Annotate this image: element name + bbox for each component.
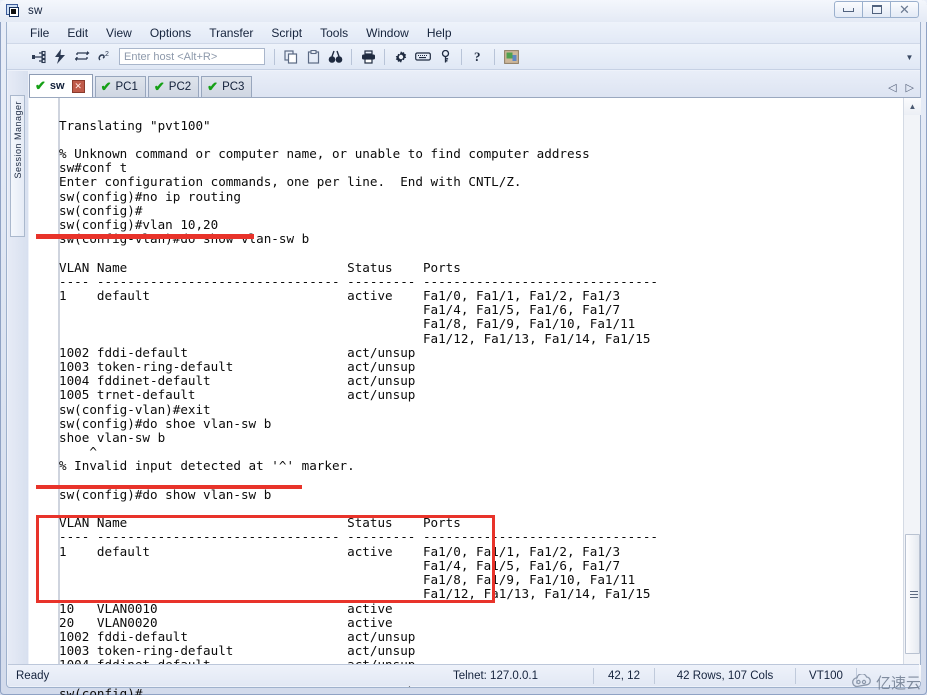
- securecrt-window: sw ✕ File Edit View Options Transfer Scr…: [0, 0, 927, 695]
- print-icon[interactable]: [357, 47, 379, 67]
- tab-label: PC1: [115, 81, 138, 93]
- menu-script[interactable]: Script: [262, 24, 311, 42]
- connected-check-icon: ✔: [153, 79, 165, 94]
- tab-close-icon[interactable]: ✕: [71, 79, 85, 93]
- status-ready: Ready: [16, 669, 50, 682]
- restore-button[interactable]: [862, 1, 891, 18]
- restore-icon: [871, 5, 882, 14]
- chevron-left-icon[interactable]: ◁: [888, 81, 896, 94]
- terminal-scrollbar[interactable]: ▲ ▼: [903, 98, 921, 682]
- window-title: sw: [28, 5, 43, 17]
- svg-text:?: ?: [474, 49, 481, 64]
- annotation-box-vlan-rows: [36, 515, 495, 603]
- tab-label: PC3: [222, 81, 245, 93]
- close-icon: ✕: [899, 1, 910, 17]
- client-area: File Edit View Options Transfer Script T…: [6, 22, 921, 695]
- status-bar: Ready Telnet: 127.0.0.1 42, 12 42 Rows, …: [8, 664, 919, 686]
- minimize-button[interactable]: [834, 1, 863, 18]
- menu-window[interactable]: Window: [357, 24, 418, 42]
- key-icon[interactable]: [434, 47, 456, 67]
- session-manager-strip: Session Manager: [8, 71, 28, 686]
- window-controls: ✕: [834, 1, 919, 18]
- chevron-right-icon[interactable]: ▷: [906, 81, 914, 94]
- status-terminal-size: 42 Rows, 107 Cols: [676, 669, 774, 682]
- menu-view[interactable]: View: [97, 24, 141, 42]
- toolbar-separator: [494, 48, 495, 65]
- toolbar: 2 Enter host <Alt+R> ? ▼: [7, 44, 920, 70]
- menu-file[interactable]: File: [21, 24, 58, 42]
- settings-icon[interactable]: [390, 47, 412, 67]
- tab-label: PC2: [168, 81, 192, 93]
- status-emulation: VT100: [809, 669, 843, 682]
- tab-scroll-controls: ◁ ▷: [888, 81, 914, 94]
- copy-icon[interactable]: [280, 47, 302, 67]
- status-cursor-position: 42, 12: [608, 669, 640, 682]
- help-icon[interactable]: ?: [467, 47, 489, 67]
- toolbar-separator: [274, 48, 275, 65]
- tab-pc1[interactable]: ✔ PC1: [94, 76, 146, 97]
- keymap-icon[interactable]: [412, 47, 434, 67]
- minimize-icon: [843, 7, 854, 12]
- terminal-output: Translating "pvt100" % Unknown command o…: [59, 117, 658, 695]
- svg-text:2: 2: [105, 51, 109, 58]
- session-manager-label: Session Manager: [13, 101, 23, 179]
- connected-check-icon: ✔: [207, 79, 219, 94]
- new-session-icon[interactable]: [27, 47, 49, 67]
- menu-edit[interactable]: Edit: [58, 24, 97, 42]
- toolbar-separator: [351, 48, 352, 65]
- menu-transfer[interactable]: Transfer: [200, 24, 262, 42]
- title-bar: sw ✕: [0, 0, 927, 22]
- menu-tools[interactable]: Tools: [311, 24, 357, 42]
- status-connection: Telnet: 127.0.0.1: [452, 669, 539, 682]
- scroll-up-icon[interactable]: ▲: [904, 98, 921, 115]
- menu-help[interactable]: Help: [418, 24, 461, 42]
- tab-label: sw: [49, 80, 65, 92]
- window-stack-icon: [6, 4, 21, 18]
- toolbar-separator: [384, 48, 385, 65]
- log-icon[interactable]: [500, 47, 522, 67]
- session-manager-tab[interactable]: Session Manager: [10, 95, 25, 237]
- close-button[interactable]: ✕: [890, 1, 919, 18]
- menu-options[interactable]: Options: [141, 24, 200, 42]
- paste-icon[interactable]: [302, 47, 324, 67]
- tab-pc3[interactable]: ✔ PC3: [201, 76, 253, 97]
- connected-check-icon: ✔: [100, 79, 112, 94]
- reconnect-icon[interactable]: [71, 47, 93, 67]
- annotation-underline-vlan-command: [36, 234, 254, 239]
- watermark-text: 亿速云: [875, 674, 921, 692]
- watermark: 亿速云: [851, 672, 921, 693]
- chevron-down-icon[interactable]: ▼: [905, 53, 914, 62]
- tab-sw[interactable]: ✔ sw ✕: [29, 74, 93, 97]
- disconnect-icon[interactable]: 2: [93, 47, 115, 67]
- scroll-thumb[interactable]: [905, 534, 920, 654]
- cloud-icon: [851, 672, 873, 692]
- host-input[interactable]: Enter host <Alt+R>: [119, 48, 265, 65]
- tab-bar: ✔ sw ✕ ✔ PC1 ✔ PC2 ✔ PC3 ◁ ▷: [29, 71, 920, 97]
- find-icon[interactable]: [324, 47, 346, 67]
- terminal-panel[interactable]: Translating "pvt100" % Unknown command o…: [29, 97, 921, 695]
- annotation-underline-show-vlan-command: [36, 485, 302, 489]
- scroll-thumb-grip: [910, 591, 918, 598]
- tab-pc2[interactable]: ✔ PC2: [147, 76, 200, 97]
- toolbar-separator: [461, 48, 462, 65]
- menu-bar: File Edit View Options Transfer Script T…: [7, 22, 920, 44]
- quick-connect-icon[interactable]: [49, 47, 71, 67]
- connected-check-icon: ✔: [35, 78, 46, 93]
